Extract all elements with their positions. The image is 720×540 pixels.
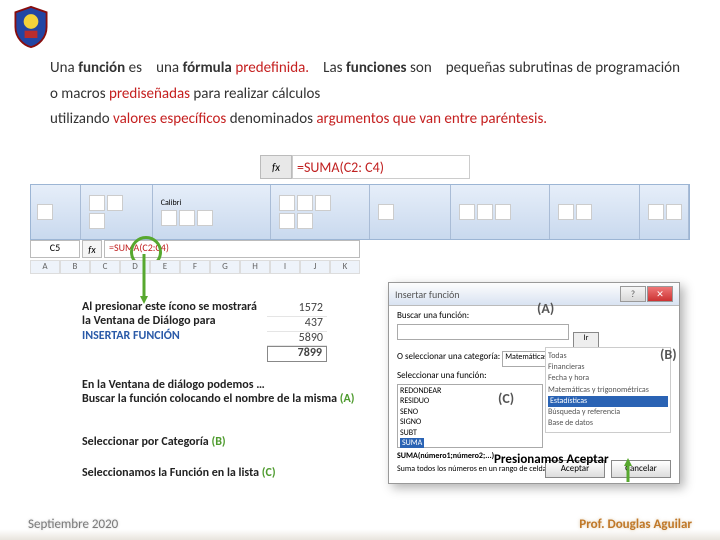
footer-author: Prof. Douglas Aguilar (579, 517, 692, 532)
sheet-values: 1572 437 5890 7899 (267, 302, 327, 362)
school-logo (12, 5, 50, 49)
category-dropdown[interactable]: Todas Financieras Fecha y hora Matemátic… (545, 347, 671, 433)
callout-list: Seleccionamos la Función en la lista (C) (82, 466, 382, 480)
marker-a: (A) (537, 300, 554, 317)
close-icon[interactable]: ✕ (647, 286, 673, 302)
column-headers: ABCDEFGHIJK (30, 260, 360, 274)
excel-ribbon: Calibri (30, 184, 690, 240)
dialog-title-bar: Insertar función ? ✕ (389, 283, 679, 306)
search-input[interactable] (397, 324, 569, 340)
arrow-accept (618, 458, 638, 491)
insert-function-button[interactable]: fx (82, 240, 102, 258)
callout-search: En la Ventana de diálogo podemos … Busca… (82, 378, 372, 407)
footer-date: Septiembre 2020 (28, 517, 118, 532)
office-button-icon (37, 204, 53, 220)
search-label: Buscar una función: (397, 310, 671, 321)
formula-bar-large: fx =SUMA(C2: C4) (260, 156, 470, 178)
press-accept-label: Presionamos Aceptar (494, 452, 609, 467)
main-paragraph: Una función es una fórmula predefinida. … (50, 56, 680, 133)
category-label: O seleccionar una categoría: (397, 351, 500, 362)
formula-text: =SUMA(C2: C4) (292, 155, 470, 179)
name-box: C5 (30, 240, 80, 258)
go-button[interactable]: Ir (573, 332, 599, 348)
arrow-fx-to-callout (140, 250, 170, 310)
marker-b: (B) (660, 346, 677, 363)
formula-bar-small: C5 fx =SUMA(C2:C4) (30, 240, 360, 258)
function-list[interactable]: REDONDEAR RESIDUO SENO SIGNO SUBT SUMA (397, 384, 543, 448)
callout-category: Seleccionar por Categoría (B) (82, 435, 362, 449)
marker-c: (C) (498, 390, 514, 407)
help-icon[interactable]: ? (620, 286, 646, 302)
fx-icon: fx (260, 155, 292, 179)
